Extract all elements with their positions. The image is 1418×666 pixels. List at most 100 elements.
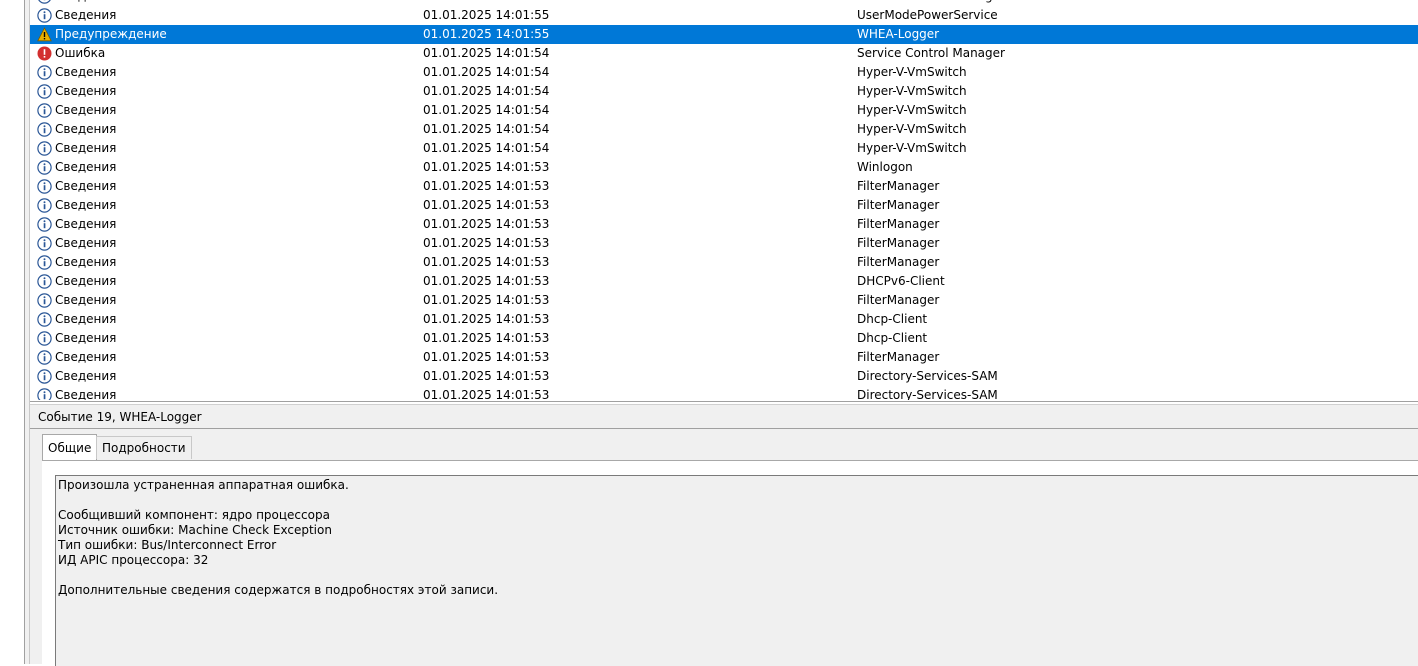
table-row[interactable]: Ошибка01.01.2025 14:01:54Service Control… xyxy=(30,44,1418,63)
date-cell: 01.01.2025 14:01:53 xyxy=(423,350,549,364)
source-cell: FilterManager xyxy=(857,179,939,193)
level-cell: Сведения xyxy=(55,274,116,288)
source-cell: FilterManager xyxy=(857,198,939,212)
general-tab-panel: Произошла устраненная аппаратная ошибка.… xyxy=(42,460,1418,665)
date-cell: 01.01.2025 14:01:55 xyxy=(423,27,549,41)
date-cell: 01.01.2025 14:01:54 xyxy=(423,84,549,98)
table-row[interactable]: Сведения01.01.2025 14:01:53DHCPv6-Client xyxy=(30,272,1418,291)
table-row[interactable]: Сведения 01.01.2025 14:01:53 FilterManager xyxy=(30,253,1418,272)
level-cell: Сведения xyxy=(55,388,116,400)
info-icon xyxy=(37,8,52,23)
date-cell: 01.01.2025 14:01:53 xyxy=(423,312,549,326)
table-row[interactable]: Сведения 01.01.2025 14:01:54 Hyper-V-VmSwi… xyxy=(30,139,1418,158)
date-cell: 01.01.2025 14:01:55 xyxy=(423,8,549,22)
date-cell: 01.01.2025 14:01:54 xyxy=(423,141,549,155)
source-cell: Directory-Services-SAM xyxy=(857,388,998,400)
message-line-5: ИД APIC процессора: 32 xyxy=(58,553,208,567)
source-cell: Service Control Manager xyxy=(857,0,1005,3)
info-icon xyxy=(37,331,52,346)
info-icon xyxy=(37,255,52,270)
table-row[interactable]: Сведения01.01.2025 14:01:54Hyper-V-VmSwi… xyxy=(30,120,1418,139)
date-cell: 01.01.2025 14:01:53 xyxy=(423,179,549,193)
date-cell: 01.01.2025 14:01:53 xyxy=(423,160,549,174)
info-icon xyxy=(37,369,52,384)
tab-details[interactable]: Подробности xyxy=(96,436,192,459)
table-row[interactable]: Сведения01.01.2025 14:01:54Hyper-V-VmSwi… xyxy=(30,82,1418,101)
info-icon xyxy=(37,65,52,80)
date-cell: 01.01.2025 14:01:54 xyxy=(423,103,549,117)
table-row[interactable]: Сведения 01.01.2025 14:01:53 FilterManager xyxy=(30,234,1418,253)
table-row[interactable]: Сведения 01.01.2025 14:01:53 Directory-Ser… xyxy=(30,386,1418,400)
level-cell: Сведения xyxy=(55,141,116,155)
source-cell: Dhcp-Client xyxy=(857,331,927,345)
table-row[interactable]: Сведения01.01.2025 14:01:53FilterManager xyxy=(30,177,1418,196)
level-cell: Ошибка xyxy=(55,46,105,60)
date-cell: 01.01.2025 14:01:55 xyxy=(423,0,549,3)
source-cell: Hyper-V-VmSwitch xyxy=(857,141,967,155)
table-row[interactable]: Сведения01.01.2025 14:01:53FilterManager xyxy=(30,196,1418,215)
table-row[interactable]: Сведения01.01.2025 14:01:53FilterManager xyxy=(30,215,1418,234)
level-cell: Сведения xyxy=(55,122,116,136)
level-cell: Сведения xyxy=(55,293,116,307)
level-cell: Сведения xyxy=(55,236,116,250)
info-icon xyxy=(37,293,52,308)
date-cell: 01.01.2025 14:01:54 xyxy=(423,65,549,79)
date-cell: 01.01.2025 14:01:53 xyxy=(423,274,549,288)
table-row[interactable]: Сведения01.01.2025 14:01:53FilterManager xyxy=(30,348,1418,367)
info-icon xyxy=(37,103,52,118)
date-cell: 01.01.2025 14:01:54 xyxy=(423,122,549,136)
event-details-pane: Событие 19, WHEA-Logger Общие Подробност… xyxy=(30,405,1418,664)
event-list[interactable]: Сведения 01.01.2025 14:01:55 Service Contr… xyxy=(30,0,1418,400)
source-cell: FilterManager xyxy=(857,217,939,231)
level-cell: Сведения xyxy=(55,255,116,269)
info-icon xyxy=(37,312,52,327)
message-line-2: Сообщивший компонент: ядро процессора xyxy=(58,508,330,522)
source-cell: FilterManager xyxy=(857,255,939,269)
table-row[interactable]: Сведения 01.01.2025 14:01:53 Dhcp-Client xyxy=(30,329,1418,348)
left-gutter xyxy=(0,0,24,664)
info-icon xyxy=(37,84,52,99)
event-rows: Сведения 01.01.2025 14:01:55 Service Contr… xyxy=(30,0,1418,400)
level-cell: Сведения xyxy=(55,160,116,174)
level-cell: Сведения xyxy=(55,369,116,383)
date-cell: 01.01.2025 14:01:53 xyxy=(423,331,549,345)
tab-general[interactable]: Общие xyxy=(42,434,97,461)
table-row[interactable]: Сведения01.01.2025 14:01:53FilterManager xyxy=(30,291,1418,310)
level-cell: Сведения xyxy=(55,8,116,22)
info-icon xyxy=(37,160,52,175)
info-icon xyxy=(37,198,52,213)
event-details-title: Событие 19, WHEA-Logger xyxy=(38,410,202,424)
source-cell: FilterManager xyxy=(857,350,939,364)
table-row-selected[interactable]: Предупреждение01.01.2025 14:01:55WHEA-Lo… xyxy=(30,25,1418,44)
level-cell: Сведения xyxy=(55,103,116,117)
date-cell: 01.01.2025 14:01:54 xyxy=(423,46,549,60)
info-icon xyxy=(37,141,52,156)
warning-icon xyxy=(37,27,52,42)
level-cell: Сведения xyxy=(55,312,116,326)
table-row[interactable]: Сведения01.01.2025 14:01:53Directory-Ser… xyxy=(30,367,1418,386)
message-line-6: Дополнительные сведения содержатся в под… xyxy=(58,583,498,597)
table-row[interactable]: Сведения01.01.2025 14:01:54Hyper-V-VmSwi… xyxy=(30,63,1418,82)
date-cell: 01.01.2025 14:01:53 xyxy=(423,217,549,231)
source-cell: Dhcp-Client xyxy=(857,312,927,326)
info-icon xyxy=(37,179,52,194)
date-cell: 01.01.2025 14:01:53 xyxy=(423,255,549,269)
table-row[interactable]: Сведения01.01.2025 14:01:53Winlogon xyxy=(30,158,1418,177)
level-cell: Сведения xyxy=(55,65,116,79)
date-cell: 01.01.2025 14:01:53 xyxy=(423,236,549,250)
splitter-top xyxy=(30,401,1418,402)
message-line-4: Тип ошибки: Bus/Interconnect Error xyxy=(58,538,276,552)
table-row[interactable]: Сведения01.01.2025 14:01:55UserModePower… xyxy=(30,6,1418,25)
table-row[interactable]: Сведения 01.01.2025 14:01:53 Dhcp-Client xyxy=(30,310,1418,329)
date-cell: 01.01.2025 14:01:53 xyxy=(423,198,549,212)
event-message-box[interactable]: Произошла устраненная аппаратная ошибка.… xyxy=(55,475,1418,666)
date-cell: 01.01.2025 14:01:53 xyxy=(423,388,549,400)
info-icon xyxy=(37,122,52,137)
level-cell: Сведения xyxy=(55,331,116,345)
source-cell: FilterManager xyxy=(857,236,939,250)
level-cell: Сведения xyxy=(55,0,116,3)
info-icon xyxy=(37,350,52,365)
table-row[interactable]: Сведения01.01.2025 14:01:54Hyper-V-VmSwi… xyxy=(30,101,1418,120)
details-title-separator xyxy=(30,428,1418,429)
info-icon xyxy=(37,236,52,251)
